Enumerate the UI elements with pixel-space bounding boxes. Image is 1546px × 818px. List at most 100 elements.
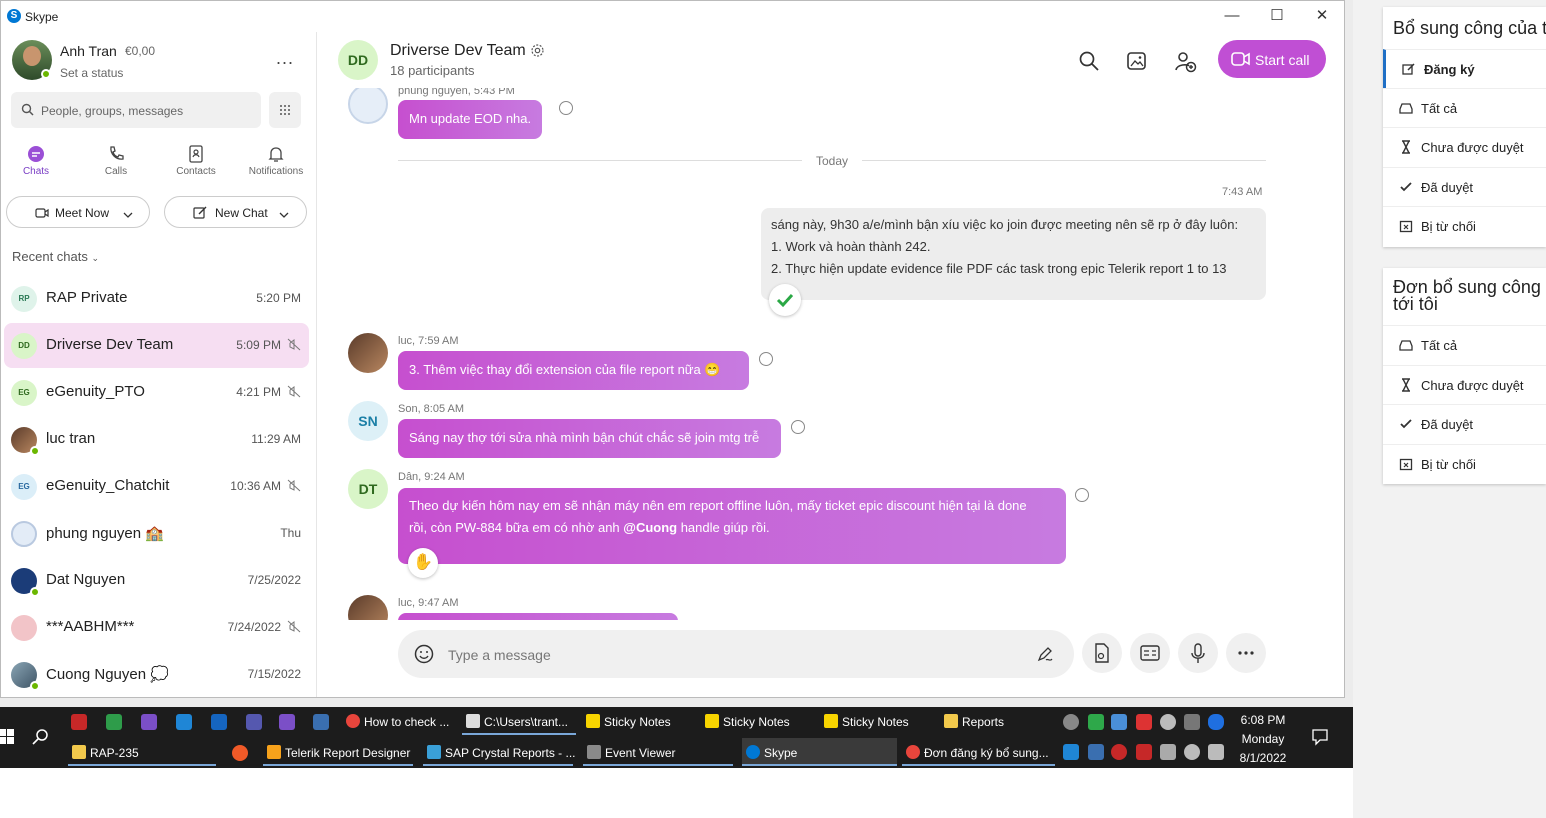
tab-contacts[interactable]: Contacts (165, 144, 227, 177)
teams-icon[interactable] (246, 714, 262, 730)
dialpad-button[interactable] (269, 92, 301, 128)
tray-icon-10[interactable] (1136, 744, 1152, 760)
chat-item-rap-private[interactable]: RP RAP Private 5:20 PM (4, 276, 309, 321)
task-sticky-notes-1[interactable]: Sticky Notes (582, 707, 696, 735)
more-options-button[interactable]: ... (276, 48, 294, 69)
chat-app-icon[interactable] (106, 714, 122, 730)
group-avatar[interactable]: DD (338, 40, 378, 80)
visual-studio-icon[interactable] (141, 714, 157, 730)
chat-item-egenuity-pto[interactable]: EG eGenuity_PTO 4:21 PM (4, 370, 309, 415)
more-actions-button[interactable] (1226, 633, 1266, 673)
task-chrome-don-dang-ky[interactable]: Đơn đăng ký bổ sung... (902, 738, 1055, 766)
chat-item-dat-nguyen[interactable]: Dat Nguyen 7/25/2022 (4, 558, 309, 603)
set-status-link[interactable]: Set a status (60, 66, 123, 80)
power-icon[interactable] (1160, 744, 1176, 760)
tray-icon-8[interactable] (1088, 744, 1104, 760)
chat-item-cuong-nguyen[interactable]: Cuong Nguyen 💭 7/15/2022 (4, 652, 309, 697)
tray-icon-4[interactable] (1136, 714, 1152, 730)
message-bubble[interactable] (398, 613, 678, 620)
task-sticky-notes-3[interactable]: Sticky Notes (820, 707, 934, 735)
emoji-icon[interactable] (414, 644, 434, 667)
tray-icon-5[interactable] (1160, 714, 1176, 730)
task-reports[interactable]: Reports (940, 707, 1054, 735)
menu2-pending[interactable]: Chưa được duyệt (1383, 365, 1546, 404)
maximize-button[interactable]: ☐ (1254, 3, 1300, 29)
tray-icon-7[interactable] (1063, 744, 1079, 760)
bluetooth-icon[interactable] (1208, 714, 1224, 730)
minimize-button[interactable]: — (1209, 3, 1255, 29)
remote-desktop-icon[interactable] (313, 714, 329, 730)
search-icon[interactable] (1078, 50, 1102, 74)
chat-item-luc-tran[interactable]: luc tran 11:29 AM (4, 417, 309, 462)
menu-rejected[interactable]: Bị từ chối (1383, 206, 1546, 245)
menu-all[interactable]: Tất cả (1383, 88, 1546, 127)
close-button[interactable]: ✕ (1299, 3, 1344, 29)
meet-now-button[interactable]: Meet Now (6, 196, 150, 228)
menu-approved[interactable]: Đã duyệt (1383, 167, 1546, 206)
profile-name[interactable]: Anh Tran (60, 43, 117, 59)
mention[interactable]: @Cuong (623, 520, 677, 535)
outlook-icon[interactable] (211, 714, 227, 730)
task-sap-crystal-reports[interactable]: SAP Crystal Reports - ... (423, 738, 575, 766)
contact-card-button[interactable] (1130, 633, 1170, 673)
my-message-bubble[interactable]: sáng này, 9h30 a/e/mình bận xíu việc ko … (761, 208, 1266, 300)
menu2-rejected[interactable]: Bị từ chối (1383, 444, 1546, 483)
tab-notifications[interactable]: Notifications (245, 144, 307, 177)
tab-chats[interactable]: Chats (5, 144, 67, 177)
message-list[interactable]: phung nguyen, 5:43 PM Mn update EOD nha.… (318, 88, 1344, 620)
add-participant-icon[interactable] (1174, 50, 1198, 74)
tab-calls[interactable]: Calls (85, 144, 147, 177)
vscode-icon[interactable] (176, 714, 192, 730)
settings-gear-icon[interactable] (530, 43, 545, 61)
message-composer[interactable]: Type a message (398, 630, 1074, 678)
search-box[interactable]: People, groups, messages (11, 92, 261, 128)
message-bubble[interactable]: Theo dự kiến hôm nay em sẽ nhận máy nên … (398, 488, 1066, 564)
search-icon[interactable] (32, 728, 50, 749)
react-emoji-icon[interactable] (759, 352, 773, 366)
record-audio-button[interactable] (1178, 633, 1218, 673)
tray-icon-3[interactable] (1111, 714, 1127, 730)
chat-item-phung-nguyen[interactable]: phung nguyen 🏫 Thu (4, 511, 309, 556)
new-chat-button[interactable]: New Chat (164, 196, 307, 228)
message-bubble[interactable]: 3. Thêm việc thay đổi extension của file… (398, 351, 749, 390)
windows-start-icon[interactable] (0, 729, 14, 748)
action-center-icon[interactable] (1311, 728, 1329, 749)
wifi-icon[interactable] (1184, 744, 1200, 760)
menu2-approved[interactable]: Đã duyệt (1383, 404, 1546, 443)
react-emoji-icon[interactable] (559, 101, 573, 115)
share-file-button[interactable] (1082, 633, 1122, 673)
chat-item-egenuity-chatchit[interactable]: EG eGenuity_Chatchit 10:36 AM (4, 464, 309, 509)
tray-check-icon[interactable] (1088, 714, 1104, 730)
reaction-check-icon[interactable] (769, 284, 801, 316)
task-telerik-report-designer[interactable]: Telerik Report Designer (263, 738, 413, 766)
menu-register[interactable]: Đăng ký (1383, 49, 1546, 88)
tray-icon-9[interactable] (1111, 744, 1127, 760)
message-bubble[interactable]: Mn update EOD nha. (398, 100, 543, 139)
visual-studio-2-icon[interactable] (279, 714, 295, 730)
start-call-button[interactable]: Start call (1218, 40, 1326, 78)
filezilla-icon[interactable] (71, 714, 87, 730)
gallery-icon[interactable] (1126, 50, 1150, 74)
recent-chats-header[interactable]: Recent chats ⌄ (12, 249, 99, 264)
reaction-ok-hand-icon[interactable]: ✋ (408, 548, 438, 578)
task-chrome-how-to-check[interactable]: How to check ... (342, 707, 456, 735)
tray-icon-6[interactable] (1184, 714, 1200, 730)
chat-item-aabhm[interactable]: ***AABHM*** 7/24/2022 (4, 605, 309, 650)
format-pen-icon[interactable] (1036, 645, 1054, 666)
react-emoji-icon[interactable] (1075, 488, 1089, 502)
system-clock[interactable]: 6:08 PM Monday 8/1/2022 (1233, 711, 1293, 768)
task-skype[interactable]: Skype (742, 738, 897, 766)
conversation-title[interactable]: Driverse Dev Team (390, 42, 526, 60)
task-sticky-notes-2[interactable]: Sticky Notes (701, 707, 815, 735)
menu-pending[interactable]: Chưa được duyệt (1383, 127, 1546, 166)
postman-icon[interactable] (232, 745, 248, 761)
tray-icon-1[interactable] (1063, 714, 1079, 730)
chat-item-driverse-dev-team[interactable]: DD Driverse Dev Team 5:09 PM (4, 323, 309, 368)
task-rap-235[interactable]: RAP-235 (68, 738, 216, 766)
message-bubble[interactable]: Sáng nay thợ tới sửa nhà mình bận chút c… (398, 419, 781, 458)
react-emoji-icon[interactable] (791, 420, 805, 434)
task-cmd[interactable]: C:\Users\trant... (462, 707, 576, 735)
volume-icon[interactable] (1208, 744, 1224, 760)
menu2-all[interactable]: Tất cả (1383, 325, 1546, 364)
task-event-viewer[interactable]: Event Viewer (583, 738, 733, 766)
